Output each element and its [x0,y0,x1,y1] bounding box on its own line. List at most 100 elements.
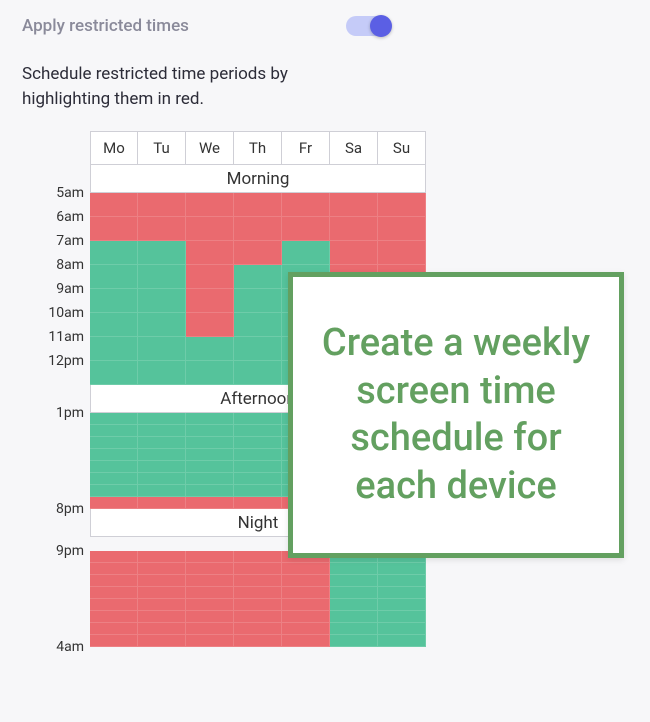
schedule-cell[interactable] [330,241,378,265]
schedule-cell[interactable] [90,599,138,611]
schedule-cell[interactable] [234,497,282,509]
schedule-cell[interactable] [90,337,138,361]
schedule-cell[interactable] [330,563,378,575]
schedule-cell[interactable] [330,587,378,599]
schedule-cell[interactable] [234,313,282,337]
schedule-cell[interactable] [90,497,138,509]
schedule-cell[interactable] [90,413,138,425]
schedule-cell[interactable] [378,623,426,635]
schedule-cell[interactable] [186,413,234,425]
schedule-cell[interactable] [186,193,234,217]
schedule-cell[interactable] [234,473,282,485]
schedule-cell[interactable] [138,485,186,497]
schedule-cell[interactable] [234,337,282,361]
schedule-cell[interactable] [138,635,186,647]
schedule-cell[interactable] [138,575,186,587]
schedule-cell[interactable] [90,449,138,461]
schedule-cell[interactable] [138,587,186,599]
schedule-cell[interactable] [282,241,330,265]
schedule-cell[interactable] [138,611,186,623]
schedule-cell[interactable] [282,563,330,575]
schedule-cell[interactable] [90,289,138,313]
schedule-cell[interactable] [282,587,330,599]
schedule-cell[interactable] [90,473,138,485]
schedule-cell[interactable] [378,599,426,611]
schedule-cell[interactable] [330,623,378,635]
schedule-cell[interactable] [378,635,426,647]
schedule-cell[interactable] [186,635,234,647]
schedule-cell[interactable] [138,217,186,241]
schedule-cell[interactable] [330,217,378,241]
schedule-cell[interactable] [234,551,282,563]
schedule-cell[interactable] [234,599,282,611]
schedule-cell[interactable] [282,193,330,217]
schedule-cell[interactable] [234,425,282,437]
schedule-cell[interactable] [234,449,282,461]
schedule-cell[interactable] [138,313,186,337]
schedule-cell[interactable] [90,217,138,241]
schedule-cell[interactable] [138,425,186,437]
schedule-cell[interactable] [234,241,282,265]
schedule-cell[interactable] [138,563,186,575]
schedule-cell[interactable] [138,241,186,265]
schedule-cell[interactable] [282,217,330,241]
schedule-cell[interactable] [234,193,282,217]
schedule-cell[interactable] [90,241,138,265]
schedule-cell[interactable] [186,425,234,437]
schedule-cell[interactable] [138,599,186,611]
schedule-cell[interactable] [234,413,282,425]
schedule-cell[interactable] [90,361,138,385]
schedule-cell[interactable] [234,611,282,623]
apply-restricted-times-toggle[interactable] [346,16,390,36]
schedule-cell[interactable] [138,497,186,509]
schedule-cell[interactable] [138,193,186,217]
schedule-cell[interactable] [234,485,282,497]
schedule-cell[interactable] [90,563,138,575]
schedule-cell[interactable] [90,575,138,587]
schedule-cell[interactable] [234,289,282,313]
schedule-cell[interactable] [330,599,378,611]
schedule-cell[interactable] [234,217,282,241]
schedule-cell[interactable] [90,425,138,437]
schedule-cell[interactable] [90,587,138,599]
schedule-cell[interactable] [186,241,234,265]
schedule-cell[interactable] [90,437,138,449]
schedule-cell[interactable] [138,623,186,635]
schedule-cell[interactable] [234,575,282,587]
schedule-cell[interactable] [186,587,234,599]
schedule-cell[interactable] [138,337,186,361]
schedule-cell[interactable] [378,611,426,623]
schedule-cell[interactable] [186,289,234,313]
schedule-cell[interactable] [330,611,378,623]
schedule-cell[interactable] [186,497,234,509]
schedule-cell[interactable] [90,485,138,497]
schedule-cell[interactable] [186,449,234,461]
schedule-cell[interactable] [186,485,234,497]
schedule-cell[interactable] [90,461,138,473]
schedule-cell[interactable] [138,449,186,461]
schedule-cell[interactable] [234,361,282,385]
schedule-cell[interactable] [186,313,234,337]
schedule-cell[interactable] [186,473,234,485]
schedule-cell[interactable] [186,461,234,473]
schedule-cell[interactable] [378,575,426,587]
schedule-cell[interactable] [234,563,282,575]
schedule-cell[interactable] [186,437,234,449]
schedule-cell[interactable] [138,361,186,385]
schedule-cell[interactable] [378,217,426,241]
schedule-cell[interactable] [138,473,186,485]
schedule-cell[interactable] [282,623,330,635]
schedule-cell[interactable] [186,337,234,361]
schedule-cell[interactable] [282,575,330,587]
schedule-cell[interactable] [90,265,138,289]
schedule-cell[interactable] [234,587,282,599]
schedule-cell[interactable] [330,635,378,647]
schedule-cell[interactable] [234,265,282,289]
schedule-cell[interactable] [234,623,282,635]
schedule-cell[interactable] [186,563,234,575]
schedule-cell[interactable] [330,575,378,587]
schedule-cell[interactable] [138,265,186,289]
schedule-cell[interactable] [282,635,330,647]
schedule-cell[interactable] [186,217,234,241]
schedule-cell[interactable] [186,551,234,563]
